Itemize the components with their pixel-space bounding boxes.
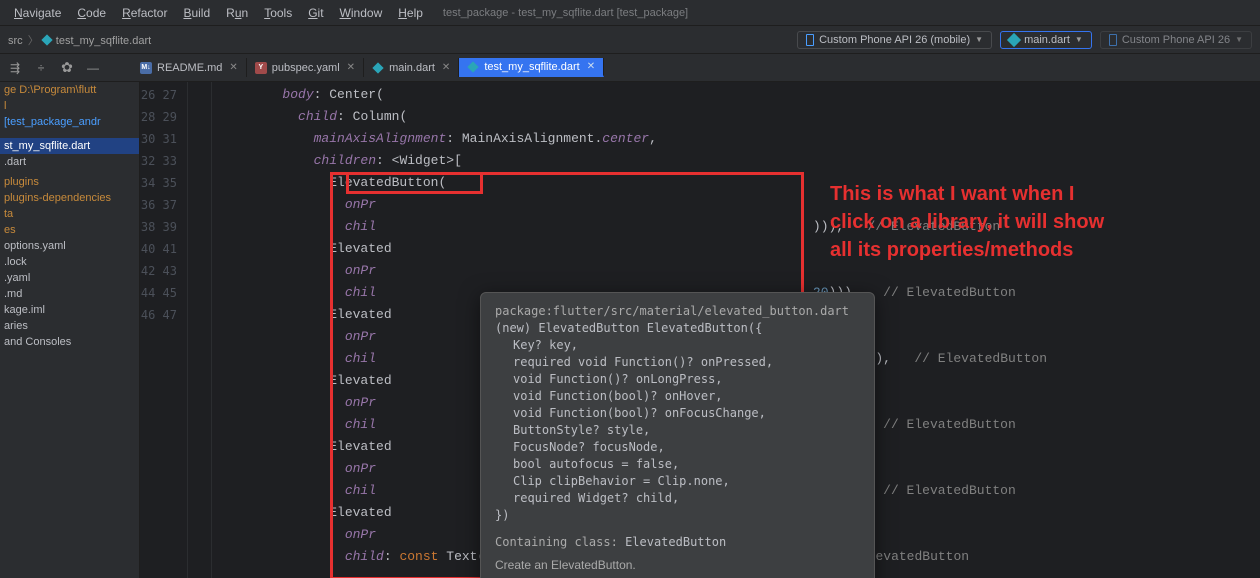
- menu-refactor[interactable]: Refactor: [116, 4, 173, 22]
- tree-item[interactable]: options.yaml: [0, 238, 139, 254]
- secondary-device[interactable]: Custom Phone API 26 ▼: [1100, 31, 1252, 49]
- annotation-text: This is what I want when I click on a li…: [830, 180, 1104, 264]
- tree-item[interactable]: es: [0, 222, 139, 238]
- navigation-toolbar: src 〉 test_my_sqflite.dart Custom Phone …: [0, 26, 1260, 54]
- editor-toolbar: ⇶ ÷ ✿ — M↓README.md✕ Ypubspec.yaml✕ main…: [0, 54, 1260, 82]
- code-editor[interactable]: 26 27 28 29 30 31 32 33 34 35 36 37 38 3…: [140, 82, 1260, 578]
- project-tree[interactable]: ge D:\Program\fluttl[test_package_andrst…: [0, 82, 140, 578]
- doc-containing-label: Containing class:: [495, 535, 618, 549]
- tree-item[interactable]: .yaml: [0, 270, 139, 286]
- menu-build[interactable]: Build: [177, 4, 216, 22]
- menu-tools[interactable]: Tools: [258, 4, 298, 22]
- filter-icon[interactable]: ⇶: [8, 61, 22, 75]
- window-title: test_package - test_my_sqflite.dart [tes…: [443, 7, 688, 19]
- doc-containing-class: ElevatedButton: [625, 535, 726, 549]
- tree-item[interactable]: ta: [0, 206, 139, 222]
- tree-item[interactable]: ge D:\Program\flutt: [0, 82, 139, 98]
- menu-run[interactable]: Run: [220, 4, 254, 22]
- chevron-down-icon: ▼: [1235, 35, 1243, 44]
- tree-item[interactable]: [test_package_andr: [0, 114, 139, 130]
- tree-item[interactable]: st_my_sqflite.dart: [0, 138, 139, 154]
- tree-item[interactable]: plugins-dependencies: [0, 190, 139, 206]
- collapse-icon[interactable]: ÷: [34, 61, 48, 75]
- dart-icon: [468, 61, 479, 72]
- tab-pubspec[interactable]: Ypubspec.yaml✕: [247, 58, 364, 77]
- tree-item[interactable]: .md: [0, 286, 139, 302]
- main-area: ge D:\Program\fluttl[test_package_andrst…: [0, 82, 1260, 578]
- doc-description-1: Create an ElevatedButton.: [495, 557, 860, 574]
- tab-main-dart[interactable]: main.dart✕: [364, 58, 459, 77]
- device-selector[interactable]: Custom Phone API 26 (mobile) ▼: [797, 31, 992, 49]
- line-gutter: 26 27 28 29 30 31 32 33 34 35 36 37 38 3…: [140, 82, 188, 578]
- doc-signature-tail: }): [495, 507, 860, 524]
- main-menubar: Navigate Code Refactor Build Run Tools G…: [0, 0, 1260, 26]
- menu-help[interactable]: Help: [392, 4, 429, 22]
- chevron-down-icon: ▼: [975, 35, 983, 44]
- menu-git[interactable]: Git: [302, 4, 329, 22]
- tree-item[interactable]: aries: [0, 318, 139, 334]
- doc-parameters: Key? key,required void Function()? onPre…: [495, 337, 860, 507]
- tab-readme[interactable]: M↓README.md✕: [132, 58, 247, 77]
- settings-icon[interactable]: ✿: [60, 61, 74, 75]
- tree-item[interactable]: l: [0, 98, 139, 114]
- doc-source-path: package:flutter/src/material/elevated_bu…: [495, 303, 860, 320]
- yaml-icon: Y: [255, 62, 267, 74]
- run-config-selector[interactable]: main.dart ▼: [1000, 31, 1092, 49]
- chevron-down-icon: ▼: [1075, 35, 1083, 44]
- dart-icon: [372, 62, 383, 73]
- close-icon[interactable]: ✕: [229, 62, 237, 73]
- dart-icon: [41, 34, 52, 45]
- close-icon[interactable]: ✕: [442, 62, 450, 73]
- markdown-icon: M↓: [140, 62, 152, 74]
- quick-documentation-popup[interactable]: package:flutter/src/material/elevated_bu…: [480, 292, 875, 578]
- close-icon[interactable]: ✕: [347, 62, 355, 73]
- menu-navigate[interactable]: Navigate: [8, 4, 67, 22]
- marker-gutter: [188, 82, 212, 578]
- tree-item[interactable]: plugins: [0, 174, 139, 190]
- tree-item[interactable]: .dart: [0, 154, 139, 170]
- phone-icon: [1109, 34, 1117, 46]
- editor-tabs: M↓README.md✕ Ypubspec.yaml✕ main.dart✕ t…: [132, 58, 604, 77]
- close-icon[interactable]: ✕: [587, 61, 595, 72]
- doc-signature-head: (new) ElevatedButton ElevatedButton({: [495, 320, 860, 337]
- breadcrumb[interactable]: src 〉 test_my_sqflite.dart: [8, 32, 151, 48]
- tree-item[interactable]: kage.iml: [0, 302, 139, 318]
- menu-code[interactable]: Code: [71, 4, 112, 22]
- dart-icon: [1007, 32, 1021, 46]
- tree-item[interactable]: and Consoles: [0, 334, 139, 350]
- more-icon[interactable]: —: [86, 61, 100, 75]
- tab-test-sqflite[interactable]: test_my_sqflite.dart✕: [459, 58, 604, 77]
- phone-icon: [806, 34, 814, 46]
- tree-item[interactable]: .lock: [0, 254, 139, 270]
- menu-window[interactable]: Window: [334, 4, 389, 22]
